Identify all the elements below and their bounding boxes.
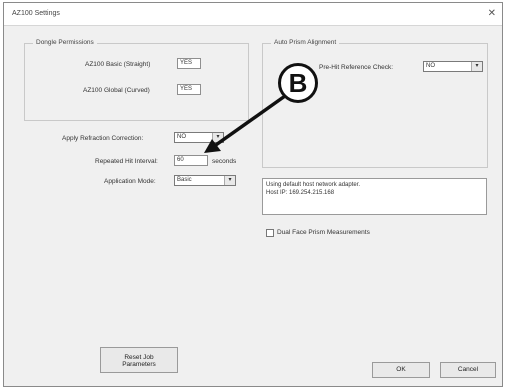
pre-hit-value: NO — [426, 63, 435, 69]
basic-label: AZ100 Basic (Straight) — [85, 61, 151, 68]
ok-button-label: OK — [396, 366, 406, 373]
refraction-label: Apply Refraction Correction: — [62, 135, 144, 142]
pre-hit-label: Pre-Hit Reference Check: — [319, 64, 394, 71]
settings-window: AZ100 Settings ✕ Dongle Permissions AZ10… — [3, 2, 503, 387]
network-info-box: Using default host network adapter. Host… — [262, 178, 487, 215]
interval-label: Repeated Hit Interval: — [95, 158, 158, 165]
dual-face-label: Dual Face Prism Measurements — [277, 229, 370, 236]
auto-prism-legend: Auto Prism Alignment — [271, 39, 340, 46]
chevron-down-icon[interactable]: ▾ — [224, 176, 235, 185]
title-bar: AZ100 Settings ✕ — [4, 3, 502, 26]
mode-value: Basic — [177, 177, 192, 183]
callout-b-badge: B — [278, 63, 318, 103]
basic-value: YES — [177, 58, 201, 69]
cancel-button-label: Cancel — [457, 366, 479, 373]
reset-job-parameters-button[interactable]: Reset Job Parameters — [100, 347, 178, 373]
reset-button-label: Reset Job Parameters — [122, 354, 156, 368]
dongle-permissions-legend: Dongle Permissions — [33, 39, 97, 46]
global-label: AZ100 Global (Curved) — [83, 87, 150, 94]
dual-face-checkbox[interactable] — [266, 229, 274, 237]
network-line-1: Using default host network adapter. — [266, 182, 361, 188]
auto-prism-group: Auto Prism Alignment Pre-Hit Reference C… — [262, 39, 488, 168]
network-line-2: Host IP: 169.254.215.168 — [266, 190, 335, 196]
close-icon[interactable]: ✕ — [488, 8, 496, 19]
mode-label: Application Mode: — [104, 178, 156, 185]
pre-hit-select[interactable]: NO ▾ — [423, 61, 483, 72]
chevron-down-icon[interactable]: ▾ — [212, 133, 223, 142]
interval-unit: seconds — [212, 158, 237, 165]
refraction-value: NO — [177, 134, 186, 140]
chevron-down-icon[interactable]: ▾ — [471, 62, 482, 71]
window-title: AZ100 Settings — [12, 10, 60, 17]
mode-select[interactable]: Basic ▾ — [174, 175, 236, 186]
global-value: YES — [177, 84, 201, 95]
dongle-permissions-group: Dongle Permissions AZ100 Basic (Straight… — [24, 39, 249, 121]
ok-button[interactable]: OK — [372, 362, 430, 378]
refraction-select[interactable]: NO ▾ — [174, 132, 224, 143]
cancel-button[interactable]: Cancel — [440, 362, 496, 378]
interval-input[interactable]: 60 — [174, 155, 208, 166]
